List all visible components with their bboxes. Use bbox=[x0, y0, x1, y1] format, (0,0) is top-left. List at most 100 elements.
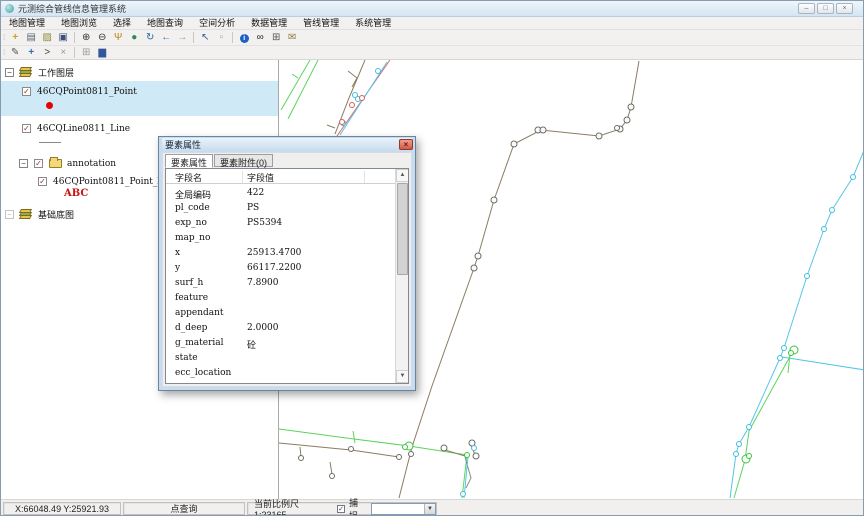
add-layer-button[interactable]: ▨ bbox=[39, 31, 55, 45]
tree-node-line-layer[interactable]: ✓ 46CQLine0811_Line bbox=[22, 122, 130, 135]
layer-visibility-checkbox[interactable]: ✓ bbox=[22, 87, 31, 96]
menu-item-5[interactable]: 数据管理 bbox=[243, 17, 295, 30]
snap-checkbox[interactable]: ✓ bbox=[337, 505, 345, 513]
vertical-scrollbar[interactable]: ▲ ▼ bbox=[395, 169, 408, 383]
menu-item-6[interactable]: 管线管理 bbox=[295, 17, 347, 30]
pipe-node[interactable] bbox=[376, 69, 381, 74]
pipe-node[interactable] bbox=[397, 455, 402, 460]
collapse-icon[interactable]: − bbox=[5, 68, 14, 77]
pipe-node[interactable] bbox=[340, 120, 345, 125]
combobox-dropdown-arrow[interactable]: ▼ bbox=[424, 504, 435, 514]
snap-layer-combobox[interactable]: ▼ bbox=[371, 503, 436, 515]
pipe-node[interactable] bbox=[734, 452, 739, 457]
pipe-node[interactable] bbox=[473, 453, 479, 459]
toolbar-grip[interactable]: ⁞ bbox=[3, 48, 4, 57]
tree-node-point-layer[interactable]: ✓ 46CQPoint0811_Point bbox=[22, 85, 137, 98]
pipe-node[interactable] bbox=[349, 447, 354, 452]
pipe-node[interactable] bbox=[475, 253, 481, 259]
attr-row[interactable]: surf_h7.8900 bbox=[166, 277, 395, 292]
pipe-node[interactable] bbox=[403, 445, 408, 450]
pipe-node[interactable] bbox=[360, 96, 365, 101]
save-button[interactable]: ▣ bbox=[55, 31, 71, 45]
maximize-button[interactable]: □ bbox=[817, 3, 834, 14]
scrollbar-thumb[interactable] bbox=[397, 183, 408, 275]
pipe-node[interactable] bbox=[782, 346, 787, 351]
pipe-node[interactable] bbox=[472, 446, 477, 451]
find-button[interactable]: ∞ bbox=[252, 31, 268, 45]
attr-row[interactable]: pl_codePS bbox=[166, 202, 395, 217]
tree-node-annotation[interactable]: − ✓ annotation bbox=[19, 157, 116, 170]
close-button[interactable]: × bbox=[836, 3, 853, 14]
pipe-node[interactable] bbox=[628, 104, 634, 110]
menu-item-0[interactable]: 地图管理 bbox=[1, 17, 53, 30]
dialog-close-button[interactable]: × bbox=[399, 139, 413, 150]
tab-feature-attributes[interactable]: 要素属性 bbox=[165, 154, 213, 168]
zoom-out-button[interactable]: ⊖ bbox=[94, 31, 110, 45]
attr-row[interactable]: map_no bbox=[166, 232, 395, 247]
chart-button[interactable]: ▆ bbox=[94, 46, 110, 60]
attr-row[interactable]: state bbox=[166, 352, 395, 367]
pan-button[interactable]: Ψ bbox=[110, 31, 126, 45]
pipe-node[interactable] bbox=[747, 454, 752, 459]
expand-icon[interactable]: − bbox=[5, 210, 14, 219]
pipe-node[interactable] bbox=[737, 442, 742, 447]
menu-item-2[interactable]: 选择 bbox=[105, 17, 139, 30]
back-button[interactable]: ← bbox=[158, 31, 174, 45]
pipe-node[interactable] bbox=[624, 117, 630, 123]
layer-visibility-checkbox[interactable]: ✓ bbox=[34, 159, 43, 168]
layer-visibility-checkbox[interactable]: ✓ bbox=[22, 124, 31, 133]
scroll-up-arrow[interactable]: ▲ bbox=[396, 169, 409, 182]
attr-row[interactable]: exp_noPS5394 bbox=[166, 217, 395, 232]
pipe-node[interactable] bbox=[805, 274, 810, 279]
print-button[interactable]: ✉ bbox=[284, 31, 300, 45]
tree-node-work-layers[interactable]: − 工作图层 bbox=[5, 66, 74, 79]
attr-row[interactable]: x25913.4700 bbox=[166, 247, 395, 262]
attr-row[interactable]: feature bbox=[166, 292, 395, 307]
pipe-node[interactable] bbox=[822, 227, 827, 232]
full-extent-button[interactable]: ● bbox=[126, 31, 142, 45]
menu-item-7[interactable]: 系统管理 bbox=[347, 17, 399, 30]
rotate-tool-button[interactable]: > bbox=[39, 46, 55, 60]
pipe-node[interactable] bbox=[747, 425, 752, 430]
edit-sketch-button[interactable]: ✎ bbox=[7, 46, 23, 60]
refresh-button[interactable]: ↻ bbox=[142, 31, 158, 45]
attr-row[interactable]: appendant bbox=[166, 307, 395, 322]
add-data-button[interactable]: + bbox=[7, 31, 23, 45]
attr-row[interactable]: d_deep2.0000 bbox=[166, 322, 395, 337]
dialog-title-bar[interactable]: 要素属性 bbox=[162, 138, 412, 151]
attr-row[interactable]: 全局编码422 bbox=[166, 187, 395, 202]
pipe-node[interactable] bbox=[851, 175, 856, 180]
pipe-node[interactable] bbox=[461, 492, 466, 497]
select-features-button[interactable]: ↖ bbox=[197, 31, 213, 45]
db-connect-button[interactable]: ▤ bbox=[23, 31, 39, 45]
move-feature-button[interactable]: + bbox=[23, 46, 39, 60]
menu-item-4[interactable]: 空间分析 bbox=[191, 17, 243, 30]
pipe-node[interactable] bbox=[409, 452, 414, 457]
zoom-in-button[interactable]: ⊕ bbox=[78, 31, 94, 45]
attr-row[interactable]: g_material砼 bbox=[166, 337, 395, 352]
pipe-node[interactable] bbox=[299, 456, 304, 461]
layer-visibility-checkbox[interactable]: ✓ bbox=[38, 177, 47, 186]
toolbar-grip[interactable]: ⁞ bbox=[3, 33, 4, 42]
pipe-node[interactable] bbox=[491, 197, 497, 203]
identify-button[interactable]: i bbox=[236, 31, 252, 45]
pipe-node[interactable] bbox=[789, 351, 794, 356]
pipe-node[interactable] bbox=[596, 133, 602, 139]
pipe-node[interactable] bbox=[511, 141, 517, 147]
pipe-node[interactable] bbox=[441, 445, 447, 451]
pipe-node[interactable] bbox=[778, 356, 783, 361]
minimize-button[interactable]: – bbox=[798, 3, 815, 14]
measure-button[interactable]: ⊞ bbox=[268, 31, 284, 45]
pipe-node[interactable] bbox=[465, 453, 470, 458]
menu-item-3[interactable]: 地图查询 bbox=[139, 17, 191, 30]
pipe-node[interactable] bbox=[830, 208, 835, 213]
menu-item-1[interactable]: 地图浏览 bbox=[53, 17, 105, 30]
collapse-icon[interactable]: − bbox=[19, 159, 28, 168]
scroll-down-arrow[interactable]: ▼ bbox=[396, 370, 409, 383]
pipe-node[interactable] bbox=[330, 474, 335, 479]
pipe-node[interactable] bbox=[350, 103, 355, 108]
pipe-node[interactable] bbox=[471, 265, 477, 271]
attr-row[interactable]: ecc_location bbox=[166, 367, 395, 382]
tab-feature-attachments[interactable]: 要素附件(0) bbox=[214, 154, 273, 167]
pipe-node[interactable] bbox=[615, 126, 620, 131]
